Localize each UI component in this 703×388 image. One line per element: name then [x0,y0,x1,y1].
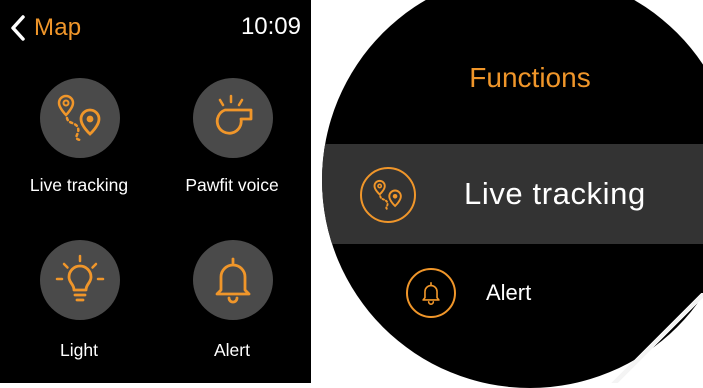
function-label: Live tracking [464,176,646,211]
light-icon-circle [40,240,120,320]
app-label: Light [60,340,98,360]
alert-icon-circle [193,240,273,320]
header-bar: Map 10:09 [0,0,311,54]
function-label: Alert [486,280,532,305]
clock-time: 10:09 [240,13,301,40]
location-route-icon [57,94,101,142]
live-tracking-icon-ring [360,167,416,223]
pawfit-voice-icon-circle [193,78,273,158]
live-tracking-icon-circle [40,78,120,158]
whistle-icon [215,94,253,135]
app-label: Pawfit voice [185,175,279,195]
back-label: Map [34,14,82,41]
app-label: Alert [214,340,250,360]
watermark-stripe [563,293,703,383]
screen-title: Functions [469,62,591,93]
bell-icon [215,257,251,304]
chevron-left-icon [11,15,25,41]
app-label: Live tracking [29,175,129,195]
bell-icon [422,281,440,305]
app-alert[interactable]: Alert [157,240,307,383]
app-light[interactable]: Light [4,240,154,383]
lightbulb-icon [55,254,105,302]
alert-icon-ring [406,268,456,318]
square-watch-screen: Map 10:09 Live tracking Pawfit voice Lig… [0,0,311,383]
app-live-tracking[interactable]: Live tracking [4,78,154,238]
app-pawfit-voice[interactable]: Pawfit voice [157,78,307,238]
location-route-icon [373,179,402,211]
back-button[interactable]: Map [8,12,81,44]
function-item-live-tracking[interactable]: Live tracking [322,144,703,244]
